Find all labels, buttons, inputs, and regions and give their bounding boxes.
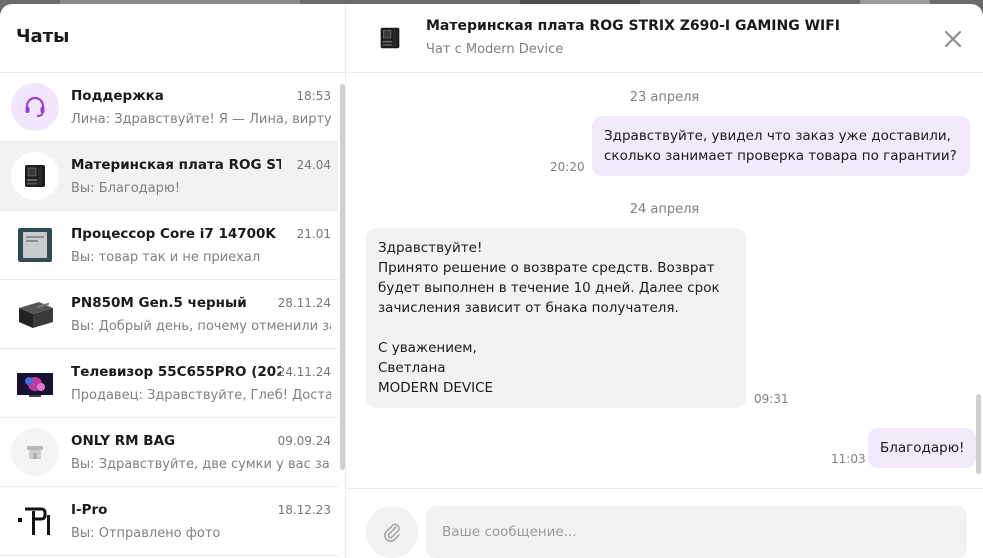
close-icon bbox=[945, 31, 961, 47]
paperclip-icon bbox=[384, 523, 400, 542]
message-time: 11:03 bbox=[831, 452, 866, 466]
chat-name: PN850M Gen.5 черный bbox=[71, 295, 247, 311]
chat-time: 18:53 bbox=[296, 89, 331, 103]
chat-name: Телевизор 55C655PRO (2024) bbox=[71, 364, 281, 380]
chat-header: Материнская плата ROG STRIX Z690-I GAMIN… bbox=[346, 4, 983, 73]
sidebar-scrollbar[interactable] bbox=[340, 84, 345, 470]
cpu-icon bbox=[11, 221, 59, 269]
chat-preview: Лина: Здравствуйте! Я — Лина, виртуальны… bbox=[71, 112, 331, 127]
chat-subtitle: Чат с Modern Device bbox=[426, 42, 564, 57]
attach-button[interactable] bbox=[366, 506, 418, 558]
chat-name: I-Pro bbox=[71, 502, 108, 518]
chat-item-only-rm-bag[interactable]: ONLY RM BAG 09.09.24 Вы: Здравствуйте, д… bbox=[0, 418, 338, 487]
message-time: 20:20 bbox=[550, 160, 585, 174]
close-button[interactable] bbox=[942, 28, 964, 50]
store-icon bbox=[11, 428, 59, 476]
tv-icon bbox=[11, 359, 59, 407]
message-composer bbox=[346, 488, 983, 558]
chat-item-power-supply[interactable]: PN850M Gen.5 черный 28.11.24 Вы: Добрый … bbox=[0, 280, 338, 349]
chat-time: 18.12.23 bbox=[277, 503, 331, 517]
headset-icon bbox=[11, 83, 59, 131]
chat-item-support[interactable]: Поддержка 18:53 Лина: Здравствуйте! Я — … bbox=[0, 73, 338, 142]
chat-preview: Продавец: Здравствуйте, Глеб! Доставка bbox=[71, 388, 331, 403]
ipro-logo-icon bbox=[11, 497, 59, 545]
chat-time: 21.01 bbox=[296, 227, 331, 241]
outgoing-message: Благодарю! bbox=[868, 428, 977, 468]
chat-time: 24.11.24 bbox=[277, 365, 331, 379]
message-list: 23 апреля Здравствуйте, увидел что заказ… bbox=[346, 74, 983, 488]
chat-name: ONLY RM BAG bbox=[71, 433, 176, 449]
chat-preview: Вы: Здравствуйте, две сумки у вас заказа… bbox=[71, 457, 331, 472]
chat-item-tv[interactable]: Телевизор 55C655PRO (2024) 24.11.24 Прод… bbox=[0, 349, 338, 418]
chat-preview: Вы: Отправлено фото bbox=[71, 526, 221, 541]
incoming-message: Здравствуйте! Принято решение о возврате… bbox=[366, 228, 746, 408]
chat-panel: Материнская плата ROG STRIX Z690-I GAMIN… bbox=[346, 4, 983, 558]
chat-time: 09.09.24 bbox=[277, 434, 331, 448]
chat-time: 24.04 bbox=[296, 158, 331, 172]
date-separator: 24 апреля bbox=[629, 202, 700, 217]
chat-name: Процессор Core i7 14700K OEM bbox=[71, 226, 281, 242]
outgoing-message: Здравствуйте, увидел что заказ уже доста… bbox=[592, 116, 970, 176]
motherboard-icon bbox=[11, 152, 59, 200]
chat-name: Материнская плата ROG STRIX Z690-I GAMIN… bbox=[71, 157, 281, 173]
message-input[interactable] bbox=[426, 506, 967, 558]
chat-title: Материнская плата ROG STRIX Z690-I GAMIN… bbox=[426, 18, 840, 34]
chat-item-cpu[interactable]: Процессор Core i7 14700K OEM 21.01 Вы: т… bbox=[0, 211, 338, 280]
chat-item-motherboard[interactable]: Материнская плата ROG STRIX Z690-I GAMIN… bbox=[0, 142, 338, 211]
chat-window: Чаты Поддержка 18:53 Лина: Здравствуйте!… bbox=[0, 4, 983, 558]
chat-sidebar: Чаты Поддержка 18:53 Лина: Здравствуйте!… bbox=[0, 4, 346, 558]
chat-preview: Вы: Добрый день, почему отменили заказ bbox=[71, 319, 331, 334]
motherboard-icon bbox=[376, 24, 404, 52]
chat-preview: Вы: товар так и не приехал bbox=[71, 250, 261, 265]
power-supply-icon bbox=[11, 290, 59, 338]
chat-preview: Вы: Благодарю! bbox=[71, 181, 181, 196]
chat-list: Поддержка 18:53 Лина: Здравствуйте! Я — … bbox=[0, 73, 338, 556]
message-time: 09:31 bbox=[754, 392, 789, 406]
sidebar-title: Чаты bbox=[16, 26, 70, 47]
chat-item-i-pro[interactable]: I-Pro 18.12.23 Вы: Отправлено фото bbox=[0, 487, 338, 556]
chat-name: Поддержка bbox=[71, 88, 164, 104]
date-separator: 23 апреля bbox=[629, 90, 700, 105]
messages-scrollbar[interactable] bbox=[976, 394, 981, 474]
chat-time: 28.11.24 bbox=[277, 296, 331, 310]
